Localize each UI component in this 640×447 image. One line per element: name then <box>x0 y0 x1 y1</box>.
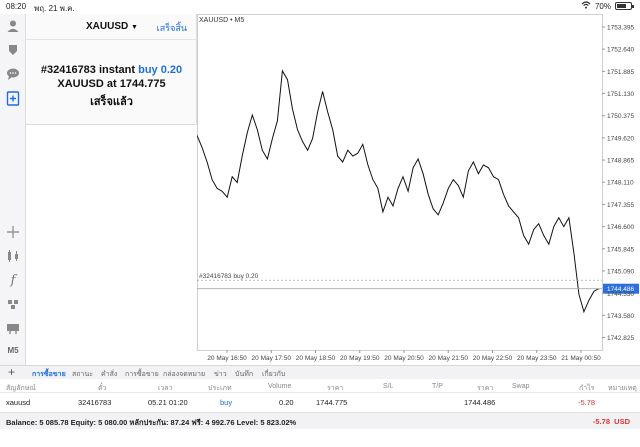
add-icon[interactable]: + <box>8 366 15 379</box>
row-open-price: 1744.775 <box>316 398 348 407</box>
order-level-label: #32416783 buy 0.20 <box>199 273 259 280</box>
y-tick-label: 1745.845 <box>607 246 634 253</box>
left-toolbar: f M5 <box>0 14 26 365</box>
indicators-icon[interactable] <box>5 248 21 264</box>
crosshair-icon[interactable] <box>5 224 21 240</box>
x-tick-label: 20 May 17:50 <box>252 355 292 362</box>
currency-label: USD <box>614 417 630 426</box>
status-right: 70% <box>581 1 634 11</box>
done-button[interactable]: เสร็จสิ้น <box>157 21 187 35</box>
x-tick-label: 20 May 20:50 <box>384 355 424 362</box>
y-tick-label: 1742.825 <box>607 335 634 342</box>
x-tick-label: 20 May 18:50 <box>296 355 336 362</box>
chevron-down-icon: ▼ <box>131 24 138 31</box>
table-row[interactable]: xauusd 32416783 05.21 01:20 buy 0.20 174… <box>0 394 640 412</box>
col-current-price: ราคา <box>477 385 494 392</box>
col-comment: หมายเหตุ <box>608 385 637 392</box>
order-prefix: #32416783 instant <box>40 64 136 76</box>
status-time: 08:20 <box>6 2 27 11</box>
col-profit: กำไร <box>579 385 595 392</box>
x-tick-label: 20 May 22:50 <box>473 355 513 362</box>
row-current-price: 1744.486 <box>464 398 496 407</box>
order-panel-header: XAUUSD ▼ เสร็จสิ้น <box>26 14 197 40</box>
new-order-icon[interactable] <box>5 90 21 106</box>
bottom-tab-bar: + การซื้อขาย สถานะ คำสั่ง การซื้อขาย กล่… <box>0 365 640 379</box>
battery-icon <box>615 2 634 10</box>
status-bar: 08:20 พฤ. 21 พ.ค. 70% <box>0 0 640 14</box>
col-volume: Volume <box>268 383 292 390</box>
trade-icon[interactable] <box>5 42 21 58</box>
col-type: ประเภท <box>208 385 232 392</box>
templates-icon[interactable] <box>5 320 21 336</box>
y-tick-label: 1749.620 <box>607 135 634 142</box>
x-tick-label: 20 May 16:50 <box>207 355 247 362</box>
wifi-icon <box>581 1 591 11</box>
chat-icon[interactable] <box>5 66 21 82</box>
col-symbol: สัญลักษณ์ <box>6 385 36 392</box>
symbol-label: XAUUSD <box>86 21 129 32</box>
chart-header: XAUUSD • M5 <box>199 17 244 24</box>
col-tp: T/P <box>432 383 443 390</box>
y-tick-label: 1750.375 <box>607 113 634 120</box>
order-result: เสร็จแล้ว <box>90 96 133 108</box>
balance-text: Balance: 5 085.78 Equity: 5 080.00 หลักป… <box>6 418 297 427</box>
row-time: 05.21 01:20 <box>148 398 188 407</box>
y-tick-label: 1753.395 <box>607 24 634 31</box>
price-chart[interactable]: #32416783 buy 0.20 1744.486 XAUUSD • M5 … <box>196 14 640 365</box>
y-tick-label: 1744.330 <box>607 291 634 298</box>
col-swap: Swap <box>512 383 530 390</box>
x-tick-label: 20 May 19:50 <box>340 355 380 362</box>
y-tick-label: 1743.580 <box>607 313 634 320</box>
y-tick-label: 1748.110 <box>607 180 634 187</box>
chart-svg[interactable]: #32416783 buy 0.20 1744.486 XAUUSD • M5 … <box>196 14 640 365</box>
function-icon[interactable]: f <box>5 272 21 288</box>
order-panel: XAUUSD ▼ เสร็จสิ้น #32416783 instant buy… <box>26 14 197 125</box>
x-tick-label: 20 May 21:50 <box>429 355 469 362</box>
y-tick-label: 1747.355 <box>607 202 634 209</box>
col-time: เวลา <box>158 385 173 392</box>
order-summary: #32416783 instant buy 0.20 <box>26 64 197 76</box>
balance-bar: Balance: 5 085.78 Equity: 5 080.00 หลักป… <box>0 412 640 429</box>
battery-percent: 70% <box>594 1 611 11</box>
row-symbol: xauusd <box>6 398 31 407</box>
x-tick-label: 21 May 00:50 <box>561 355 601 362</box>
row-ticket: 32416783 <box>78 398 112 407</box>
order-action: buy 0.20 <box>138 64 183 76</box>
total-profit: -5.78 <box>592 417 610 426</box>
y-tick-label: 1748.865 <box>607 158 634 165</box>
y-tick-label: 1751.130 <box>607 91 634 98</box>
y-tick-label: 1746.600 <box>607 224 634 231</box>
col-sl: S/L <box>383 383 394 390</box>
row-volume: 0.20 <box>279 398 294 407</box>
timeframe-button[interactable]: M5 <box>3 346 23 355</box>
order-fill: XAUUSD at 1744.775 <box>57 78 166 90</box>
col-price: ราคา <box>327 385 344 392</box>
account-icon[interactable] <box>5 18 21 34</box>
y-tick-label: 1745.090 <box>607 268 634 275</box>
row-type: buy <box>220 398 233 407</box>
objects-icon[interactable] <box>5 296 21 312</box>
positions-table-header: สัญลักษณ์ ตั๋ว เวลา ประเภท Volume ราคา S… <box>0 379 640 393</box>
x-tick-label: 20 May 23:50 <box>517 355 557 362</box>
y-tick-label: 1752.640 <box>607 47 634 54</box>
col-ticket: ตั๋ว <box>98 385 107 392</box>
symbol-selector[interactable]: XAUUSD ▼ <box>86 21 138 32</box>
y-tick-label: 1751.885 <box>607 69 634 76</box>
row-profit: -5.78 <box>578 398 596 407</box>
